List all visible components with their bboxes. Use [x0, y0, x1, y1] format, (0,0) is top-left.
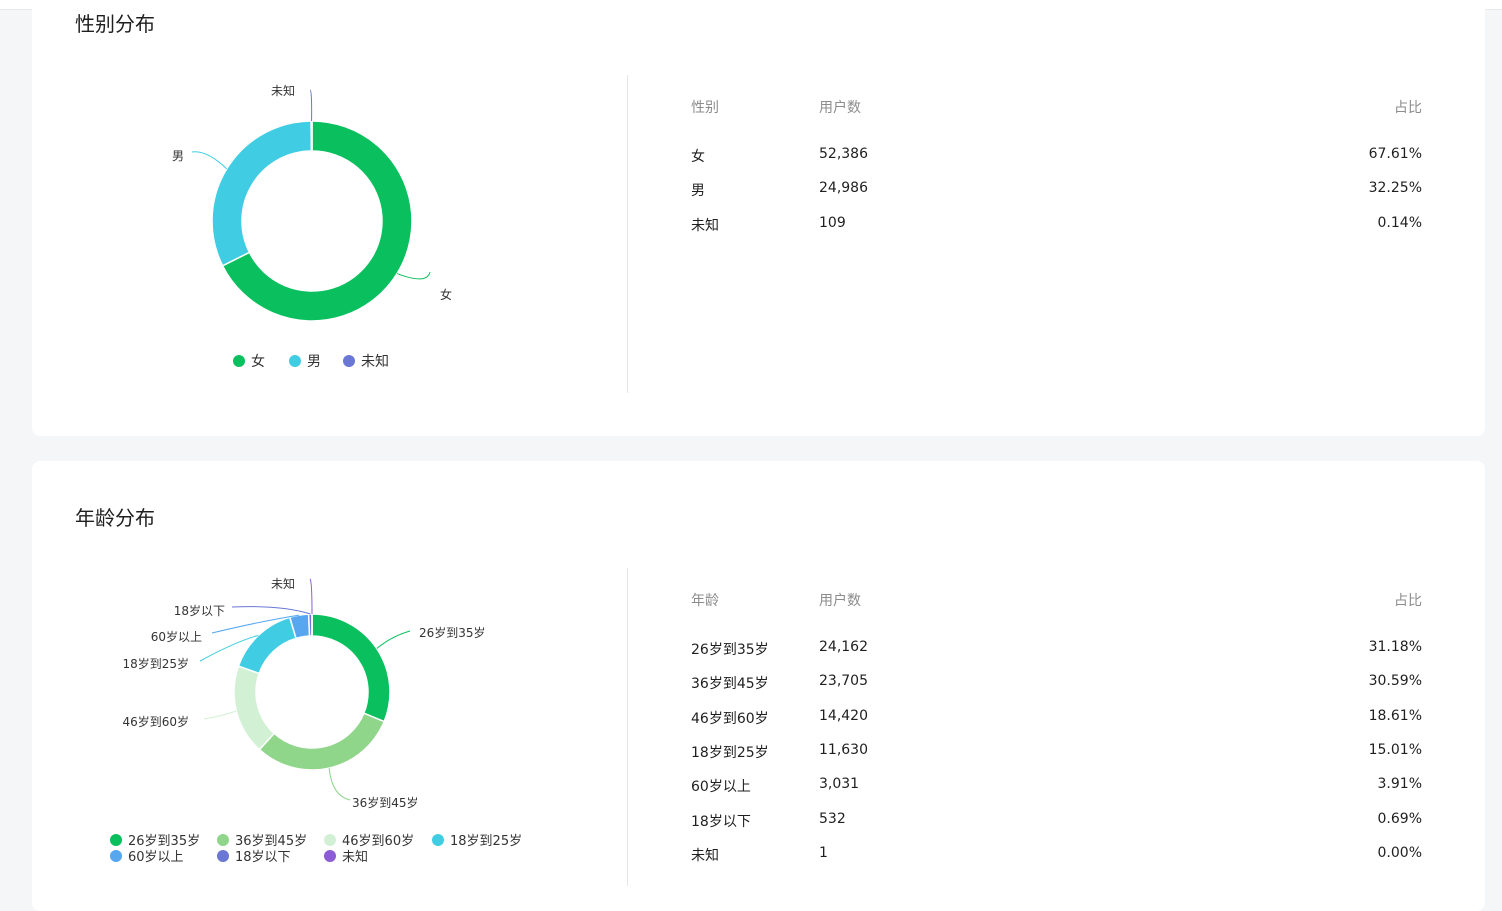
- row-users: 23,705: [819, 673, 868, 689]
- age-slice-label: 36岁到45岁: [352, 795, 419, 810]
- age-slice[interactable]: [234, 666, 274, 750]
- age-slice[interactable]: [312, 614, 390, 722]
- gender-legend-marker[interactable]: [289, 355, 301, 367]
- gender-slice[interactable]: [212, 121, 311, 266]
- age-slice-label: 26岁到35岁: [419, 625, 486, 640]
- gender-legend-label[interactable]: 女: [251, 353, 265, 370]
- age-leader-line: [377, 631, 410, 649]
- row-label: 未知: [691, 845, 719, 865]
- age-slice[interactable]: [238, 617, 296, 673]
- row-label: 女: [691, 146, 705, 166]
- gender-slice-label: 未知: [271, 84, 295, 98]
- age-slice-label: 46岁到60岁: [122, 714, 189, 729]
- share-col-header: 占比: [1394, 590, 1422, 610]
- gender-slice-label: 女: [440, 287, 452, 302]
- table-row: 26岁到35岁 24,162 31.18%: [691, 639, 1422, 659]
- row-users: 24,162: [819, 639, 868, 655]
- row-label: 男: [691, 180, 705, 200]
- table-row: 18岁到25岁 11,630 15.01%: [691, 742, 1422, 762]
- age-legend-label[interactable]: 未知: [342, 849, 368, 865]
- age-legend-marker[interactable]: [110, 834, 122, 846]
- table-row: 36岁到45岁 23,705 30.59%: [691, 673, 1422, 693]
- gender-slice[interactable]: [311, 121, 312, 151]
- row-share: 32.25%: [1369, 180, 1422, 196]
- row-share: 67.61%: [1369, 146, 1422, 162]
- age-legend-marker[interactable]: [324, 834, 336, 846]
- age-legend-marker[interactable]: [324, 850, 336, 862]
- share-col-header: 占比: [1394, 97, 1422, 117]
- age-divider: [627, 568, 628, 886]
- table-row: 未知 109 0.14%: [691, 215, 1422, 235]
- users-col-header: 用户数: [819, 590, 861, 610]
- row-share: 0.69%: [1378, 811, 1422, 827]
- age-leader-line: [204, 711, 236, 719]
- age-leader-line: [310, 579, 312, 614]
- gender-leader-line: [192, 152, 227, 169]
- age-legend-label[interactable]: 18岁到25岁: [450, 834, 522, 849]
- row-label: 18岁到25岁: [691, 742, 769, 762]
- row-label: 46岁到60岁: [691, 708, 769, 728]
- gender-leader-line: [397, 272, 430, 279]
- row-share: 31.18%: [1369, 639, 1422, 655]
- gender-donut-chart: 女男未知女男未知: [32, 0, 592, 400]
- age-col-header: 年龄: [691, 590, 719, 610]
- age-slice-label: 60岁以上: [151, 629, 202, 644]
- age-slice-label: 18岁以下: [174, 603, 225, 618]
- age-legend-marker[interactable]: [432, 834, 444, 846]
- gender-legend-label[interactable]: 未知: [361, 353, 389, 370]
- row-share: 3.91%: [1378, 776, 1422, 792]
- age-leader-line: [329, 768, 350, 800]
- age-donut-chart: 26岁到35岁36岁到45岁46岁到60岁18岁到25岁60岁以上18岁以下未知…: [32, 461, 592, 897]
- row-users: 109: [819, 215, 846, 231]
- age-legend-marker[interactable]: [217, 834, 229, 846]
- row-share: 18.61%: [1369, 708, 1422, 724]
- age-slice[interactable]: [259, 713, 384, 770]
- row-users: 532: [819, 811, 846, 827]
- age-legend-marker[interactable]: [217, 850, 229, 862]
- users-col-header: 用户数: [819, 97, 861, 117]
- row-label: 26岁到35岁: [691, 639, 769, 659]
- age-slice-label: 18岁到25岁: [122, 656, 189, 671]
- age-legend-label[interactable]: 36岁到45岁: [235, 834, 307, 849]
- age-legend-label[interactable]: 18岁以下: [235, 850, 291, 865]
- table-row: 男 24,986 32.25%: [691, 180, 1422, 200]
- table-row: 女 52,386 67.61%: [691, 146, 1422, 166]
- age-slice-label: 未知: [271, 577, 295, 591]
- table-row: 未知 1 0.00%: [691, 845, 1422, 865]
- table-row: 60岁以上 3,031 3.91%: [691, 776, 1422, 796]
- gender-legend-marker[interactable]: [233, 355, 245, 367]
- row-share: 15.01%: [1369, 742, 1422, 758]
- gender-slice-label: 男: [172, 149, 184, 163]
- gender-divider: [627, 75, 628, 393]
- row-share: 0.14%: [1378, 215, 1422, 231]
- age-legend-label[interactable]: 60岁以上: [128, 850, 184, 865]
- row-label: 未知: [691, 215, 719, 235]
- row-label: 36岁到45岁: [691, 673, 769, 693]
- age-legend-label[interactable]: 46岁到60岁: [342, 834, 414, 849]
- gender-distribution-card: 性别分布 女男未知女男未知 性别 用户数 占比 女 52,386 67.61% …: [32, 0, 1485, 436]
- row-label: 60岁以上: [691, 776, 751, 796]
- row-users: 11,630: [819, 742, 868, 758]
- row-share: 30.59%: [1369, 673, 1422, 689]
- age-leader-line: [232, 607, 310, 614]
- age-legend-marker[interactable]: [110, 850, 122, 862]
- row-users: 3,031: [819, 776, 859, 792]
- gender-leader-line: [310, 90, 312, 121]
- row-users: 1: [819, 845, 828, 861]
- row-users: 52,386: [819, 146, 868, 162]
- age-distribution-card: 年龄分布 26岁到35岁36岁到45岁46岁到60岁18岁到25岁60岁以上18…: [32, 461, 1485, 911]
- age-legend-label[interactable]: 26岁到35岁: [128, 834, 200, 849]
- table-row: 18岁以下 532 0.69%: [691, 811, 1422, 831]
- gender-legend-marker[interactable]: [343, 355, 355, 367]
- table-row: 46岁到60岁 14,420 18.61%: [691, 708, 1422, 728]
- row-share: 0.00%: [1378, 845, 1422, 861]
- row-users: 14,420: [819, 708, 868, 724]
- gender-col-header: 性别: [691, 97, 719, 117]
- gender-legend-label[interactable]: 男: [307, 354, 321, 370]
- row-users: 24,986: [819, 180, 868, 196]
- row-label: 18岁以下: [691, 811, 751, 831]
